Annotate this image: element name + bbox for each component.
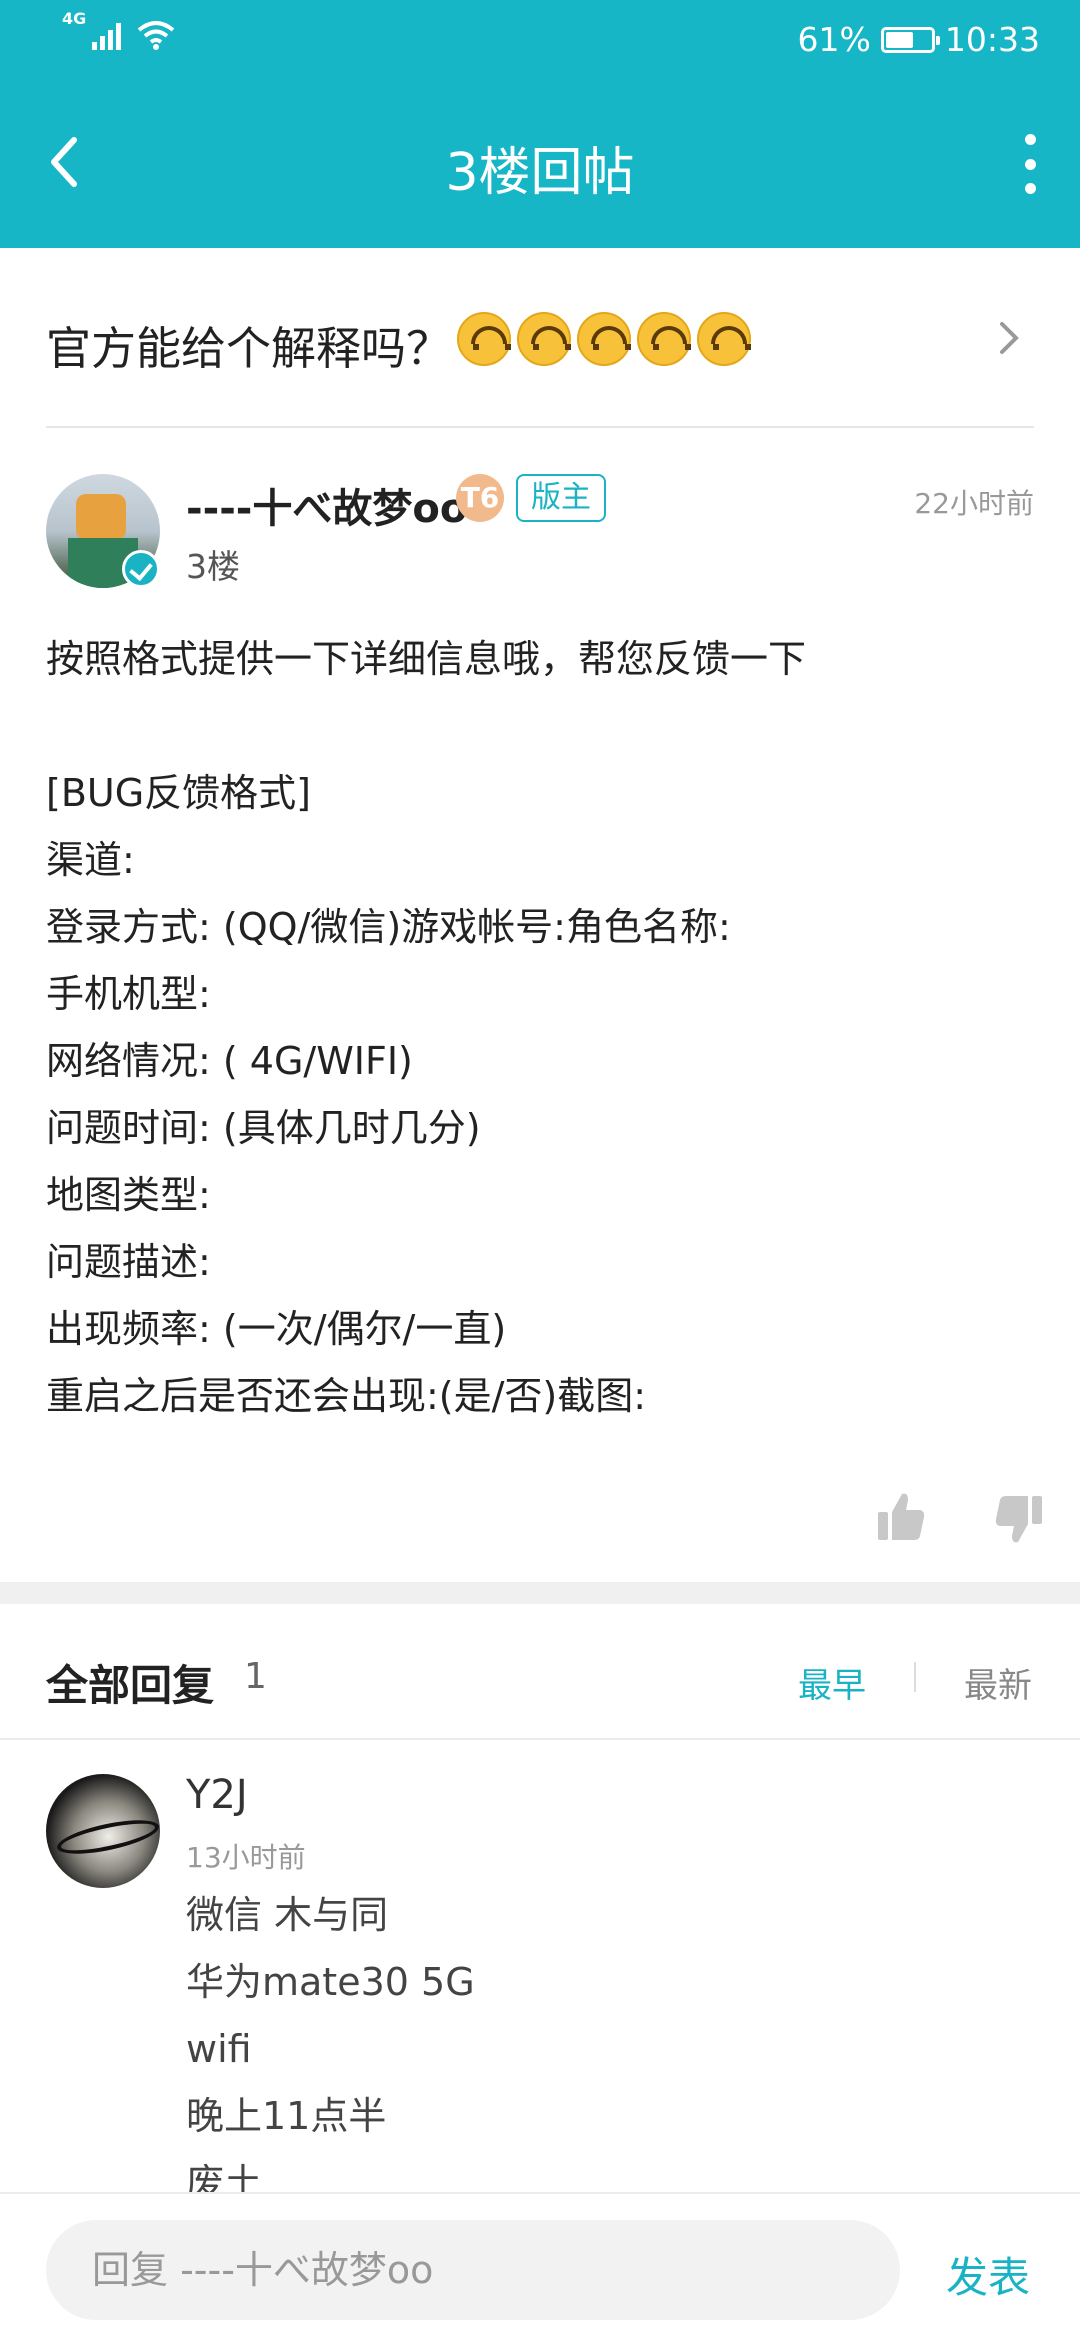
- upside-down-face-emoji-icon: [517, 312, 572, 366]
- moderator-badge: 版主: [516, 474, 606, 522]
- topic-link[interactable]: 官方能给个解释吗？: [46, 248, 1034, 428]
- replies-count: 1: [244, 1656, 267, 1697]
- post-line: 问题时间: (具体几时几分): [46, 1106, 481, 1150]
- floor-number: 3楼: [186, 547, 240, 586]
- post-line: [46, 693, 1046, 760]
- signal-indicator: 4G: [62, 9, 175, 50]
- post-line: 重启之后是否还会出现:(是/否)截图:: [46, 1374, 647, 1418]
- chevron-right-icon: [1000, 322, 1019, 354]
- reply-time: 13小时前: [186, 1841, 306, 1874]
- post-line: [BUG反馈格式]: [46, 771, 311, 815]
- replies-header: 全部回复 1 最早 最新: [0, 1604, 1080, 1740]
- thumbs-up-icon[interactable]: [876, 1490, 926, 1542]
- replies-label: 全部回复: [46, 1661, 215, 1710]
- reply-avatar[interactable]: [46, 1774, 160, 1888]
- post-line: 登录方式: (QQ/微信)游戏帐号:角色名称:: [46, 905, 731, 949]
- post-line: 按照格式提供一下详细信息哦，帮您反馈一下: [46, 637, 807, 681]
- upside-down-face-emoji-icon: [457, 312, 512, 366]
- send-button[interactable]: 发表: [946, 2244, 1030, 2305]
- reply-input[interactable]: 回复 ----十べ故梦oo: [46, 2220, 900, 2320]
- thumbs-down-icon[interactable]: [994, 1494, 1044, 1546]
- section-divider: [0, 1582, 1080, 1604]
- battery-percent: 61%: [797, 20, 871, 59]
- post-line: 地图类型:: [46, 1173, 211, 1217]
- page-title: 3楼回帖: [445, 143, 635, 203]
- sort-newest-button[interactable]: 最新: [964, 1658, 1032, 1707]
- reply-body: 微信 木与同 华为mate30 5G wifi 晚上11点半 废土: [186, 1882, 1046, 2192]
- verified-icon: [122, 550, 160, 588]
- post-line: 手机机型:: [46, 972, 211, 1016]
- sort-separator: [914, 1662, 916, 1692]
- clock: 10:33: [944, 20, 1040, 59]
- signal-icon: [92, 22, 122, 50]
- compose-bar: 回复 ----十べ故梦oo 发表: [0, 2192, 1080, 2340]
- topic-title: 官方能给个解释吗？: [46, 322, 452, 375]
- emoji-group: [451, 312, 752, 377]
- reply-line: 微信 木与同: [186, 1893, 389, 1937]
- post-line: 出现频率: (一次/偶尔/一直): [46, 1307, 507, 1351]
- post-line: 渠道:: [46, 838, 135, 882]
- network-type: 4G: [62, 9, 87, 28]
- post-body: 按照格式提供一下详细信息哦，帮您反馈一下 [BUG反馈格式] 渠道: 登录方式:…: [46, 626, 1046, 1430]
- reply-author-name[interactable]: Y2J: [186, 1772, 248, 1818]
- upside-down-face-emoji-icon: [697, 312, 752, 366]
- app-header: 4G 61% 10:33 3楼回帖: [0, 0, 1080, 248]
- status-bar: 4G 61% 10:33: [0, 0, 1080, 82]
- more-menu-icon[interactable]: [1020, 134, 1040, 194]
- wifi-icon: [137, 21, 175, 50]
- reply-line: 废土: [186, 2161, 263, 2192]
- post-line: 问题描述:: [46, 1240, 211, 1284]
- upside-down-face-emoji-icon: [637, 312, 692, 366]
- sort-earliest-button[interactable]: 最早: [798, 1658, 866, 1707]
- level-badge: T6: [456, 474, 504, 522]
- reply-line: 晚上11点半: [186, 2094, 387, 2138]
- upside-down-face-emoji-icon: [577, 312, 632, 366]
- battery-icon: [880, 26, 940, 53]
- reply-line: wifi: [186, 2027, 252, 2071]
- author-name[interactable]: ----十べ故梦oo: [186, 476, 467, 534]
- post-time: 22小时前: [914, 487, 1034, 520]
- nav-bar: 3楼回帖: [0, 82, 1080, 248]
- post-line: 网络情况: ( 4G/WIFI): [46, 1039, 413, 1083]
- reply-line: 华为mate30 5G: [186, 1960, 475, 2004]
